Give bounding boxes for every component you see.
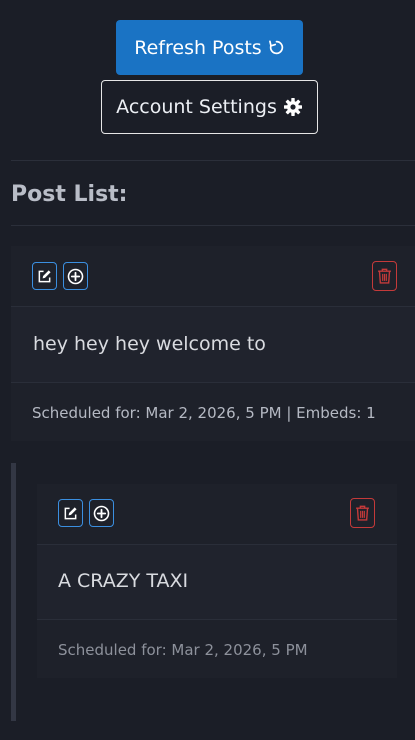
post-card-header [37, 484, 397, 545]
account-settings-label: Account Settings [116, 96, 277, 118]
edit-post-button[interactable] [58, 499, 83, 527]
edit-icon [38, 269, 51, 282]
refresh-posts-label: Refresh Posts [134, 36, 262, 59]
divider [11, 225, 415, 226]
edit-post-button[interactable] [32, 262, 57, 290]
trash-icon [356, 505, 369, 521]
post-meta: Scheduled for: Mar 2, 2026, 5 PM [58, 641, 308, 659]
gear-icon [283, 98, 302, 116]
divider [11, 160, 415, 161]
post-card-header [11, 246, 415, 307]
add-reply-button[interactable] [89, 499, 114, 527]
post-list-title: Post List: [11, 182, 128, 207]
refresh-posts-button[interactable]: Refresh Posts [116, 20, 303, 75]
reply-post-card: A CRAZY TAXI Scheduled for: Mar 2, 2026,… [37, 484, 397, 678]
plus-circle-icon [93, 505, 110, 521]
post-meta: Scheduled for: Mar 2, 2026, 5 PM | Embed… [32, 404, 376, 422]
trash-icon [378, 268, 391, 284]
post-card-footer: Scheduled for: Mar 2, 2026, 5 PM | Embed… [11, 382, 415, 441]
refresh-icon [268, 40, 283, 55]
edit-icon [64, 506, 77, 519]
post-text: A CRAZY TAXI [58, 570, 189, 592]
post-card: hey hey hey welcome to Scheduled for: Ma… [11, 246, 415, 441]
account-settings-button[interactable]: Account Settings [101, 80, 318, 134]
thread-line [11, 463, 16, 721]
delete-post-button[interactable] [372, 261, 397, 291]
post-text: hey hey hey welcome to [33, 333, 266, 355]
plus-circle-icon [67, 268, 84, 284]
delete-post-button[interactable] [350, 498, 375, 528]
add-reply-button[interactable] [63, 262, 88, 290]
post-card-footer: Scheduled for: Mar 2, 2026, 5 PM [37, 619, 397, 678]
